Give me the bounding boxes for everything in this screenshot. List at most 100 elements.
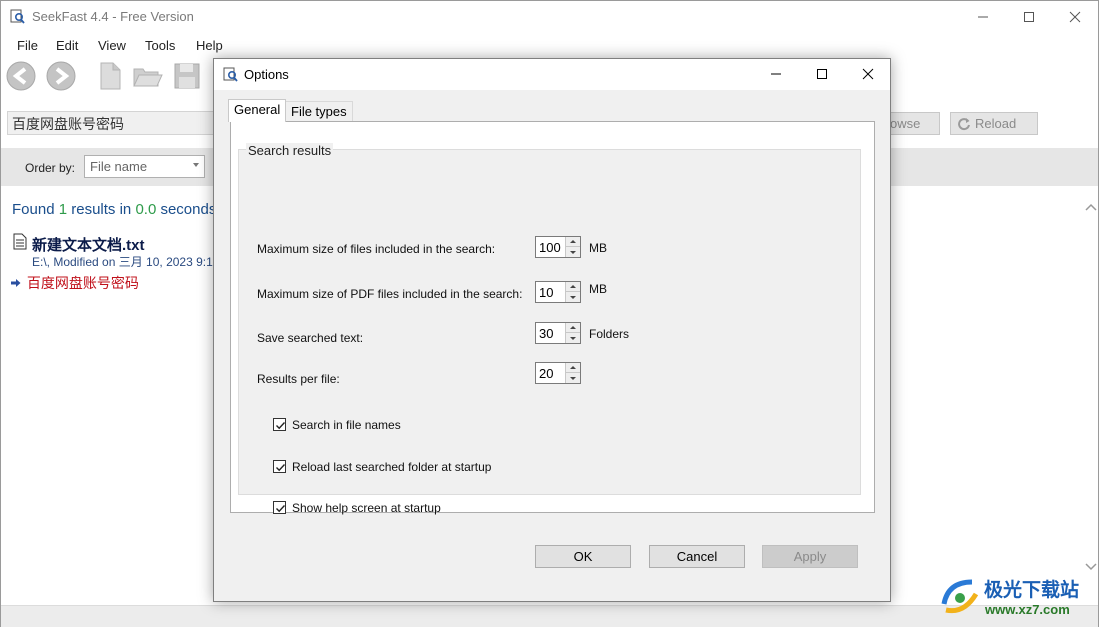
dialog-maximize-button[interactable] [799, 59, 845, 89]
save-searched-text-stepper[interactable]: 30 [535, 322, 581, 344]
max-file-size-value: 100 [539, 240, 561, 255]
ok-button[interactable]: OK [535, 545, 631, 568]
close-button[interactable] [1052, 1, 1098, 32]
results-summary: Found 1 results in 0.0 seconds. [12, 201, 221, 218]
tab-general[interactable]: General [228, 99, 287, 122]
menu-edit[interactable]: Edit [56, 38, 78, 53]
dialog-title: Options [244, 67, 289, 82]
spin-buttons [565, 323, 580, 343]
checkmark-icon [276, 505, 286, 513]
browse-button[interactable]: owse [883, 112, 940, 135]
scroll-down-icon[interactable] [1084, 559, 1098, 573]
menu-help[interactable]: Help [196, 38, 223, 53]
show-help-screen-label: Show help screen at startup [292, 501, 441, 515]
result-file-meta: E:\, Modified on 三月 10, 2023 9:1 [32, 255, 213, 269]
menu-bar: File Edit View Tools Help [1, 35, 1098, 55]
found-prefix: Found [12, 201, 55, 218]
result-hit-text: 百度网盘账号密码 [26, 275, 139, 291]
max-pdf-size-label: Maximum size of PDF files included in th… [257, 287, 523, 301]
open-folder-icon[interactable] [131, 60, 163, 92]
spin-down-button[interactable] [566, 373, 580, 383]
spin-up-button[interactable] [566, 237, 580, 247]
reload-icon [958, 117, 970, 130]
results-per-file-value: 20 [539, 366, 554, 381]
menu-file[interactable]: File [17, 38, 38, 53]
reload-label: Reload [975, 116, 1017, 131]
close-icon [1069, 11, 1081, 22]
down-arrow-icon [570, 376, 576, 380]
forward-icon[interactable] [45, 60, 77, 92]
up-arrow-icon [570, 285, 576, 288]
maximize-icon [817, 69, 827, 79]
tab-file-types[interactable]: File types [285, 101, 353, 121]
status-bar [1, 605, 1098, 627]
save-searched-text-value: 30 [539, 326, 554, 341]
back-icon[interactable] [5, 60, 37, 92]
found-suffix: seconds. [160, 201, 221, 218]
max-file-size-label: Maximum size of files included in the se… [257, 242, 496, 256]
watermark-text: 极光下载站 [984, 580, 1080, 601]
arrow-right-icon [11, 279, 21, 287]
up-arrow-icon [570, 366, 576, 369]
checkbox[interactable] [273, 418, 286, 431]
menu-tools[interactable]: Tools [145, 38, 175, 53]
maximize-button[interactable] [1006, 1, 1052, 32]
checkmark-icon [276, 464, 286, 472]
watermark-url: www.xz7.com [985, 602, 1070, 617]
menu-view[interactable]: View [98, 38, 126, 53]
order-select[interactable]: File name [84, 155, 205, 178]
save-searched-text-label: Save searched text: [257, 331, 364, 345]
results-per-file-label: Results per file: [257, 372, 340, 386]
title-bar: SeekFast 4.4 - Free Version [1, 1, 1098, 33]
group-title: Search results [246, 143, 334, 158]
new-file-icon[interactable] [94, 60, 126, 92]
found-mid: results in [71, 201, 132, 218]
down-arrow-icon [570, 250, 576, 254]
found-count: 1 [58, 201, 68, 218]
result-file-link[interactable]: 新建文本文档.txt [32, 234, 145, 255]
text-file-icon [13, 233, 27, 250]
down-arrow-icon [570, 295, 576, 299]
spin-down-button[interactable] [566, 333, 580, 343]
save-searched-text-unit: Folders [589, 327, 630, 341]
found-seconds: 0.0 [135, 201, 157, 218]
up-arrow-icon [570, 326, 576, 329]
minimize-button[interactable] [960, 1, 1006, 32]
search-in-file-names-label: Search in file names [292, 418, 401, 432]
app-icon [10, 9, 25, 24]
order-value: File name [90, 159, 148, 174]
checkmark-icon [276, 422, 286, 430]
max-pdf-size-stepper[interactable]: 10 [535, 281, 581, 303]
dialog-minimize-button[interactable] [753, 59, 799, 89]
spin-down-button[interactable] [566, 292, 580, 302]
dialog-close-button[interactable] [845, 59, 891, 89]
close-icon [862, 68, 874, 80]
spin-buttons [565, 363, 580, 383]
max-pdf-size-unit: MB [589, 282, 607, 296]
search-input[interactable]: 百度网盘账号密码 [7, 111, 217, 135]
result-hit-line[interactable]: 百度网盘账号密码 [11, 273, 139, 293]
checkbox[interactable] [273, 460, 286, 473]
max-pdf-size-value: 10 [539, 285, 554, 300]
results-scrollbar[interactable] [1084, 187, 1098, 607]
reload-last-folder-label: Reload last searched folder at startup [292, 460, 492, 474]
spin-up-button[interactable] [566, 363, 580, 373]
window-title: SeekFast 4.4 - Free Version [32, 9, 194, 24]
max-file-size-stepper[interactable]: 100 [535, 236, 581, 258]
browse-label: owse [890, 116, 921, 131]
cancel-button[interactable]: Cancel [649, 545, 745, 568]
results-per-file-stepper[interactable]: 20 [535, 362, 581, 384]
checkbox[interactable] [273, 501, 286, 514]
chevron-down-icon [193, 163, 199, 167]
save-icon[interactable] [171, 60, 203, 92]
general-tab-panel: Search results Maximum size of files inc… [230, 121, 875, 515]
apply-button[interactable]: Apply [762, 545, 858, 568]
spin-up-button[interactable] [566, 282, 580, 292]
minimize-icon [978, 16, 988, 17]
options-icon [223, 67, 238, 82]
spin-up-button[interactable] [566, 323, 580, 333]
up-arrow-icon [570, 240, 576, 243]
spin-down-button[interactable] [566, 247, 580, 257]
scroll-up-icon[interactable] [1084, 201, 1098, 215]
reload-button[interactable]: Reload [950, 112, 1038, 135]
